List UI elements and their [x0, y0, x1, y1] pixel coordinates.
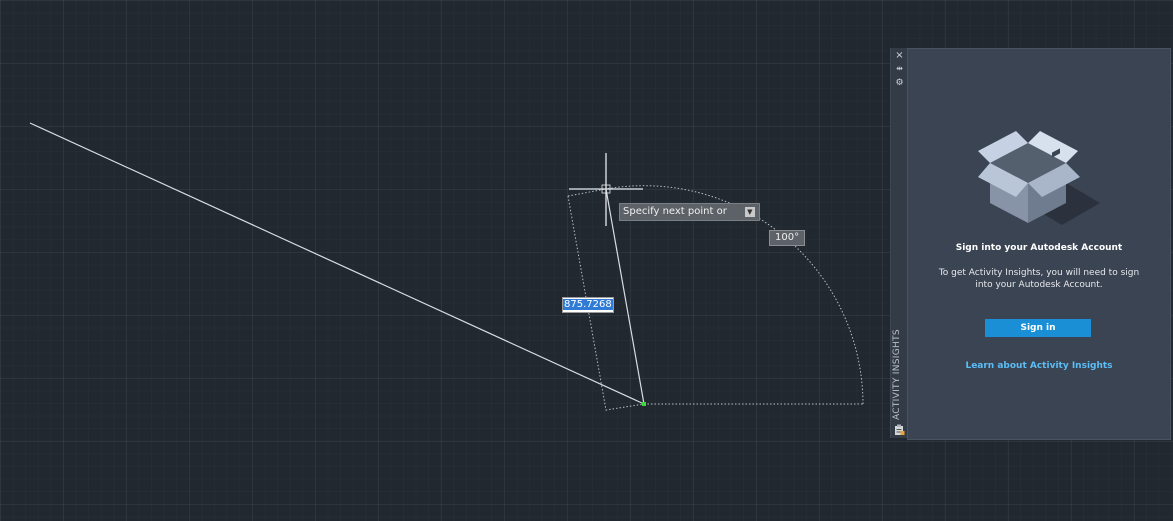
signin-heading: Sign into your Autodesk Account [955, 243, 1123, 253]
command-prompt-tooltip: Specify next point or ▼ [619, 203, 760, 221]
activity-insights-palette: Sign into your Autodesk Account To get A… [907, 48, 1171, 440]
properties-icon[interactable]: ⚙ [891, 77, 908, 89]
snap-point [642, 402, 646, 406]
signin-description: To get Activity Insights, you will need … [938, 268, 1140, 290]
palette-title-bar[interactable]: × ⇹ ⚙ ACTIVITY INSIGHTS [890, 48, 908, 438]
autohide-icon[interactable]: ⇹ [891, 63, 908, 75]
palette-vertical-title: ACTIVITY INSIGHTS [892, 329, 902, 420]
box-icon [978, 131, 1100, 225]
down-arrow-icon[interactable]: ▼ [744, 207, 755, 217]
length-value: 875.7268 [563, 299, 613, 310]
existing-line [29, 122, 645, 405]
sign-in-button[interactable]: Sign in [985, 319, 1091, 337]
clipboard-icon[interactable] [894, 424, 905, 436]
learn-about-activity-insights-link[interactable]: Learn about Activity Insights [908, 361, 1170, 371]
close-icon[interactable]: × [891, 50, 908, 62]
dimension-extension-top [567, 188, 607, 197]
angle-dimension-input[interactable]: 100° [769, 230, 806, 246]
length-dimension-input[interactable]: 875.7268 [562, 297, 614, 313]
prompt-text: Specify next point or [623, 206, 727, 217]
